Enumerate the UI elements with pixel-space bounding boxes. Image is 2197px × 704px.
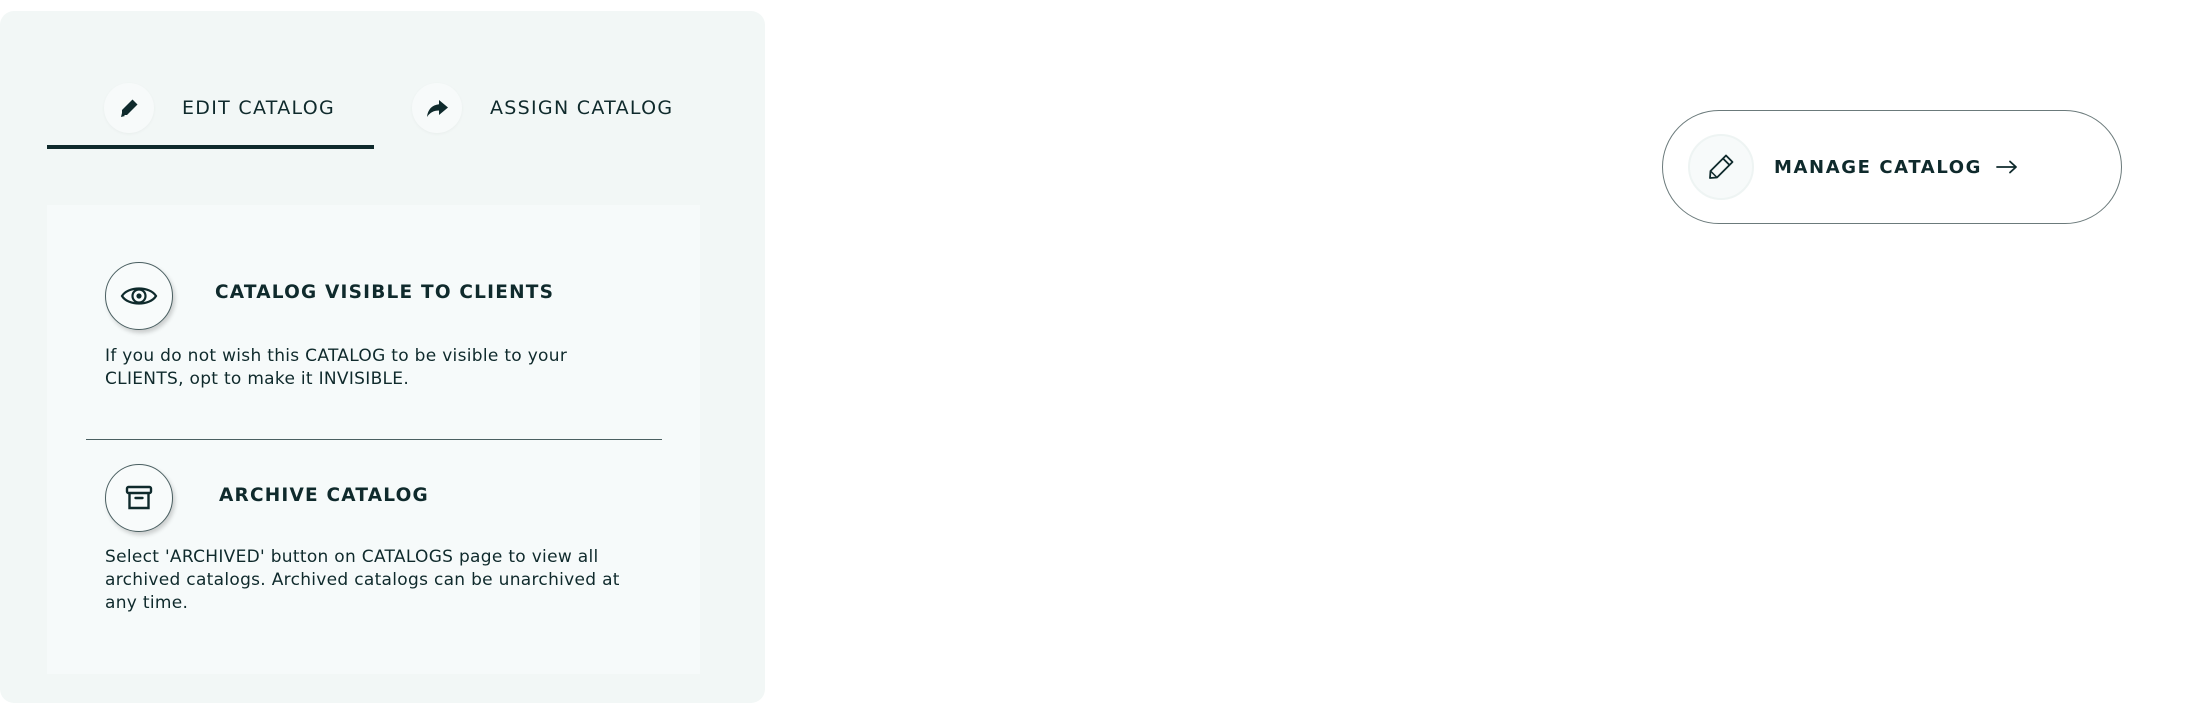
tab-edit-catalog[interactable]: EDIT CATALOG	[104, 73, 335, 143]
catalog-panel: EDIT CATALOG ASSIGN CATALOG CATALOG VISI…	[0, 11, 765, 703]
manage-catalog-button[interactable]: MANAGE CATALOG	[1662, 110, 2122, 224]
section-divider	[86, 439, 662, 440]
arrow-right-icon	[1996, 160, 2018, 174]
pencil-icon	[1688, 134, 1754, 200]
archive-box-icon[interactable]	[105, 464, 173, 532]
manage-catalog-label: MANAGE CATALOG	[1774, 156, 1983, 178]
active-tab-indicator	[47, 145, 374, 149]
visibility-description: If you do not wish this CATALOG to be vi…	[105, 346, 568, 389]
tab-assign-catalog[interactable]: ASSIGN CATALOG	[412, 73, 673, 143]
visibility-title: CATALOG VISIBLE TO CLIENTS	[215, 282, 555, 303]
share-arrow-icon	[412, 83, 462, 133]
pen-icon	[104, 83, 154, 133]
archive-title: ARCHIVE CATALOG	[219, 485, 429, 506]
tab-edit-catalog-label: EDIT CATALOG	[182, 97, 335, 119]
archive-description: Select 'ARCHIVED' button on CATALOGS pag…	[105, 547, 620, 613]
catalog-settings-card: CATALOG VISIBLE TO CLIENTS If you do not…	[47, 205, 700, 674]
tab-assign-catalog-label: ASSIGN CATALOG	[490, 97, 674, 119]
eye-icon[interactable]	[105, 262, 173, 330]
